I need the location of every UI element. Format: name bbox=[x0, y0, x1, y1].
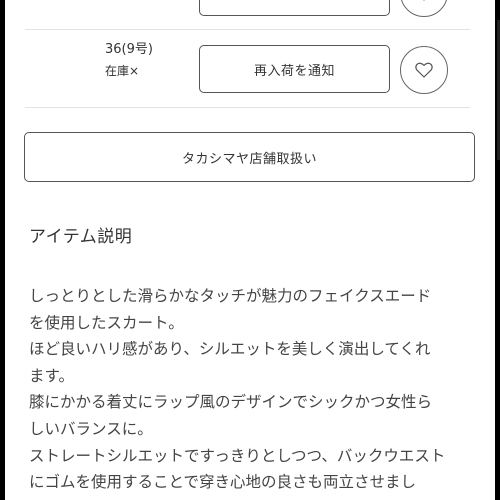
description-line: しっとりとした滑らかなタッチが魅力のフェイクスエード bbox=[29, 287, 432, 305]
description-line: 膝にかかる着丈にラップ風のデザインでシックかつ女性ら bbox=[29, 393, 433, 412]
description-line: にゴムを使用することで穿き心地の良さも両立させまし bbox=[29, 473, 417, 492]
item-description-heading: アイテム説明 bbox=[29, 227, 133, 247]
description-line: しいバランスに。 bbox=[29, 419, 153, 438]
row-divider bbox=[25, 29, 470, 30]
notify-restock-label: 再入荷を通知 bbox=[253, 63, 335, 79]
takashimaya-store-button[interactable]: タカシマヤ店舗取扱い bbox=[24, 132, 475, 182]
description-line: ほど良いハリ感があり、シルエットを美しく演出してくれ bbox=[29, 340, 431, 359]
item-description-text: しっとりとした滑らかなタッチが魅力のフェイクスエード を使用したスカート。 ほど… bbox=[29, 283, 484, 496]
right-bezel bbox=[495, 0, 500, 500]
description-line: ストレートシルエットですっきりとしつつ、バックウエスト bbox=[29, 446, 446, 465]
favorite-button[interactable] bbox=[400, 46, 448, 94]
description-line: ます。 bbox=[29, 366, 74, 385]
description-line: を使用したスカート。 bbox=[29, 313, 184, 332]
notify-restock-button-previous[interactable] bbox=[199, 0, 390, 16]
favorite-button-previous[interactable] bbox=[400, 0, 448, 17]
size-label: 36(9号) bbox=[105, 42, 153, 57]
heart-icon bbox=[415, 62, 433, 78]
takashimaya-store-label: タカシマヤ店舗取扱い bbox=[181, 151, 317, 167]
stock-status: 在庫× bbox=[105, 64, 140, 78]
notify-restock-button[interactable]: 再入荷を通知 bbox=[199, 45, 390, 93]
product-page: 36(9号) 在庫× 再入荷を通知 タカシマヤ店舗取扱い アイテム説明 しっとり… bbox=[5, 0, 495, 500]
row-divider bbox=[25, 107, 470, 108]
heart-icon bbox=[423, 0, 425, 1]
